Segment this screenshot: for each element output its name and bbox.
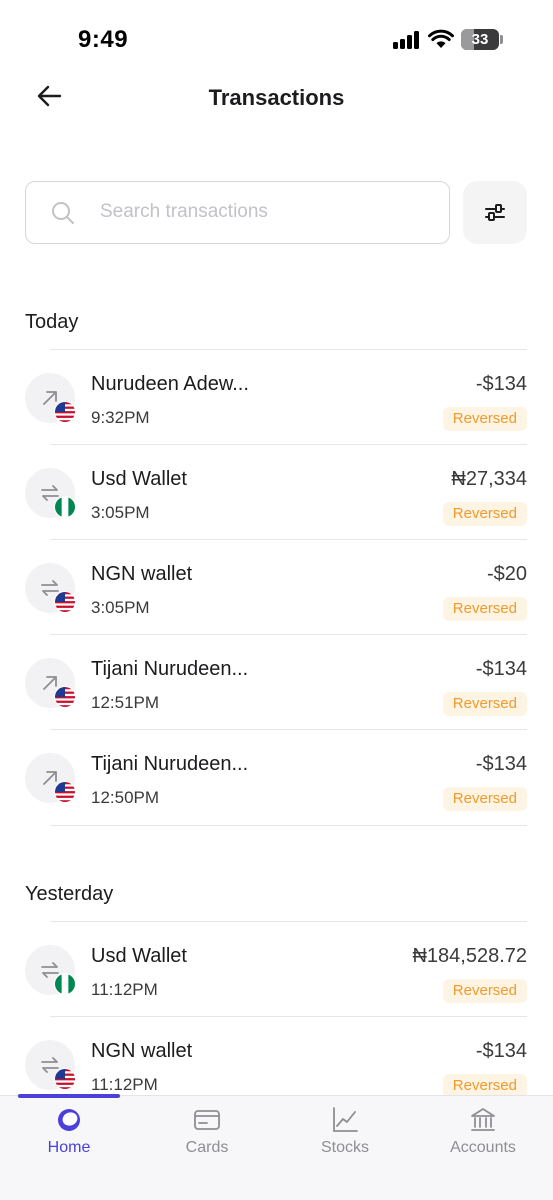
chart-line-icon (333, 1107, 358, 1132)
transaction-name: NGN wallet (91, 1040, 193, 1062)
transaction-amount: -$20 (486, 563, 527, 585)
divider (50, 825, 527, 826)
bank-icon (471, 1108, 495, 1131)
transaction-time: 11:12PM (91, 980, 158, 999)
bottom-tab-bar: Home Cards Stocks Accounts (0, 1094, 553, 1200)
transaction-time: 12:50PM (91, 788, 160, 807)
transaction-time: 12:51PM (91, 693, 160, 712)
ng-flag-icon (54, 496, 76, 518)
status-badge: Reversed (442, 597, 527, 621)
status-badge: Reversed (442, 787, 527, 811)
home-logo-icon (58, 1109, 80, 1131)
tab-home-label: Home (47, 1139, 91, 1156)
status-badge: Reversed (442, 407, 527, 431)
status-badge: Reversed (442, 502, 527, 526)
transaction-amount: -$134 (475, 658, 527, 680)
transaction-name: Nurudeen Adew... (91, 373, 249, 395)
transaction-time: 11:12PM (91, 1075, 158, 1094)
transaction-time: 3:05PM (91, 503, 150, 522)
section-title-today: Today (25, 311, 79, 333)
ng-flag-icon (54, 973, 76, 995)
tab-accounts-label: Accounts (450, 1139, 516, 1156)
cellular-signal-icon (393, 31, 421, 49)
transaction-amount: ₦184,528.72 (412, 945, 527, 967)
header: Transactions (0, 72, 553, 124)
transaction-time: 9:32PM (91, 408, 150, 427)
transaction-amount: -$134 (475, 753, 527, 775)
page-title: Transactions (208, 85, 345, 110)
battery-icon: 33 (461, 29, 499, 50)
transaction-name: Tijani Nurudeen... (91, 753, 249, 775)
transaction-amount: -$134 (475, 373, 527, 395)
tab-home[interactable]: Home (0, 1096, 138, 1166)
status-bar: 9:49 33 (0, 0, 553, 80)
search-input[interactable] (100, 182, 430, 242)
us-flag-icon (54, 1068, 76, 1090)
transaction-row[interactable]: Usd Wallet 11:12PM ₦184,528.72 Reversed (0, 921, 553, 1016)
transaction-amount: -$134 (475, 1040, 527, 1062)
transaction-name: Usd Wallet (91, 468, 187, 490)
tab-stocks-label: Stocks (320, 1139, 369, 1156)
search-icon (52, 202, 74, 224)
us-flag-icon (54, 686, 76, 708)
transaction-row[interactable]: Tijani Nurudeen... 12:51PM -$134 Reverse… (0, 634, 553, 729)
transaction-name: Usd Wallet (91, 945, 187, 967)
transaction-row[interactable]: NGN wallet 3:05PM -$20 Reversed (0, 539, 553, 634)
transaction-name: NGN wallet (91, 563, 193, 585)
battery-level: 33 (471, 31, 489, 48)
filter-button[interactable] (463, 181, 527, 244)
transaction-time: 3:05PM (91, 598, 150, 617)
transaction-row[interactable]: Tijani Nurudeen... 12:50PM -$134 Reverse… (0, 729, 553, 824)
transaction-name: Tijani Nurudeen... (91, 658, 249, 680)
status-time: 9:49 (78, 26, 129, 53)
status-badge: Reversed (442, 979, 527, 1003)
wifi-icon (428, 29, 454, 48)
status-badge: Reversed (442, 692, 527, 716)
card-icon (194, 1110, 220, 1130)
section-title-yesterday: Yesterday (25, 883, 114, 905)
transaction-row[interactable]: Usd Wallet 3:05PM ₦27,334 Reversed (0, 444, 553, 539)
search-box[interactable] (25, 181, 450, 244)
filter-sliders-icon (485, 204, 505, 221)
battery-nub (500, 35, 503, 44)
tab-cards[interactable]: Cards (138, 1096, 276, 1166)
us-flag-icon (54, 781, 76, 803)
tab-stocks[interactable]: Stocks (276, 1096, 414, 1166)
transaction-row[interactable]: Nurudeen Adew... 9:32PM -$134 Reversed (0, 349, 553, 444)
us-flag-icon (54, 401, 76, 423)
tab-accounts[interactable]: Accounts (414, 1096, 552, 1166)
tab-cards-label: Cards (185, 1139, 229, 1156)
transaction-amount: ₦27,334 (451, 468, 527, 490)
us-flag-icon (54, 591, 76, 613)
